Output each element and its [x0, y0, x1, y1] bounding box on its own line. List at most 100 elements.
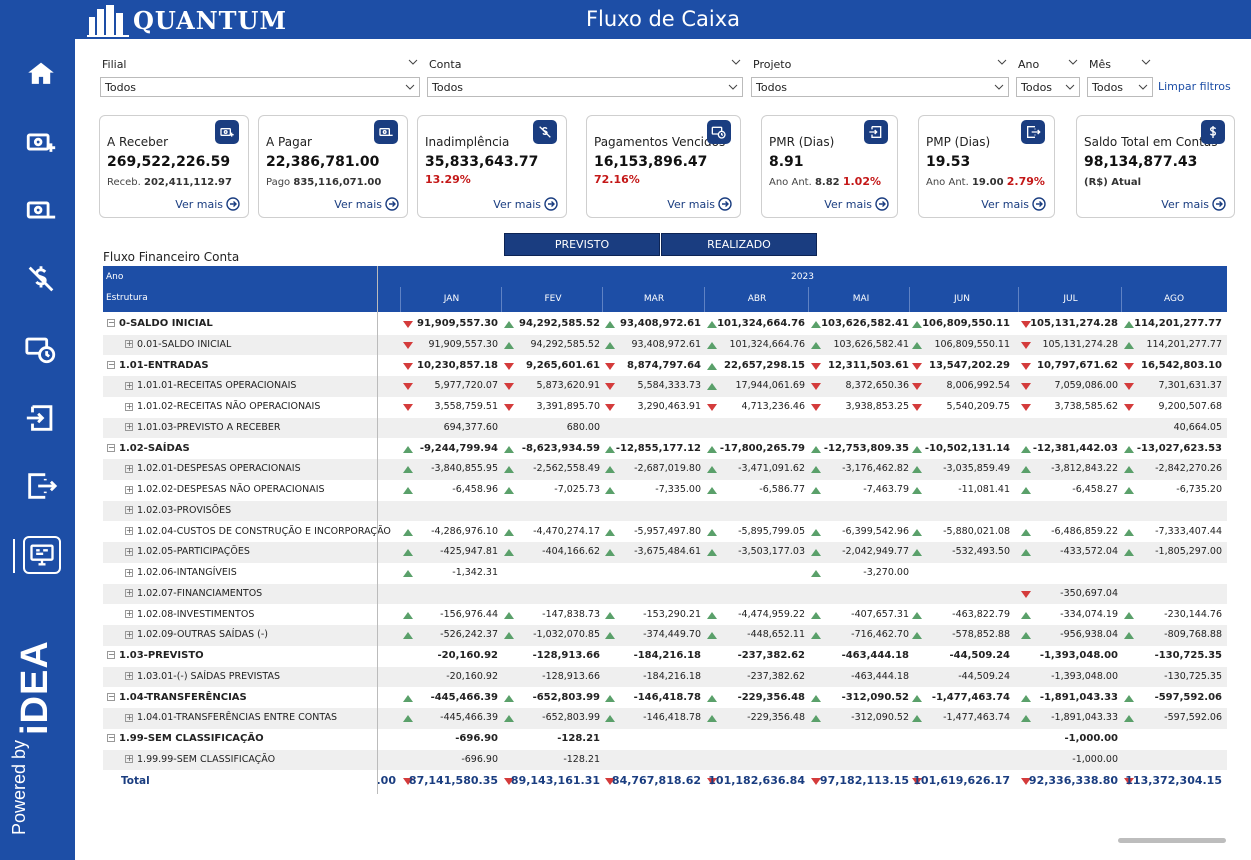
expand-icon[interactable]: +	[125, 464, 133, 473]
row-label[interactable]: −0-SALDO INICIAL	[107, 314, 213, 335]
row-label[interactable]: +1.02.08-INVESTIMENTOS	[125, 605, 254, 626]
ver-mais-link[interactable]: Ver mais	[981, 197, 1046, 211]
month-header[interactable]: MAI	[808, 287, 913, 312]
row-label[interactable]: +1.02.04-CUSTOS DE CONSTRUÇÃO E INCORPOR…	[125, 522, 391, 543]
row-label[interactable]: +1.02.05-PARTICIPAÇÕES	[125, 542, 250, 563]
month-header[interactable]: JUN	[909, 287, 1014, 312]
row-label[interactable]: −1.04-TRANSFERÊNCIAS	[107, 688, 247, 709]
table-cell: 89,143,161.31	[510, 774, 600, 787]
collapse-icon[interactable]: −	[107, 319, 115, 327]
table-cell	[1018, 501, 1118, 522]
table-cell: -5,880,021.08	[943, 525, 1010, 537]
month-header[interactable]: FEV	[501, 287, 604, 312]
row-label[interactable]: +1.01.02-RECEITAS NÃO OPERACIONAIS	[125, 397, 320, 418]
row-label[interactable]: −1.02-SAÍDAS	[107, 439, 190, 460]
ver-mais-link[interactable]: Ver mais	[824, 197, 889, 211]
expand-icon[interactable]: +	[125, 568, 133, 577]
filter-ano-select[interactable]: Todos	[1016, 77, 1080, 97]
table-cell: 7,301,631.37	[1158, 380, 1222, 392]
overdue-icon[interactable]	[24, 332, 58, 366]
expand-icon[interactable]: +	[125, 589, 133, 598]
filter-projeto[interactable]: Projeto Todos	[751, 55, 1009, 97]
ver-mais-link[interactable]: Ver mais	[175, 197, 240, 211]
row-label[interactable]: −1.03-PREVISTO	[107, 646, 204, 667]
filter-filial[interactable]: Filial Todos	[100, 55, 420, 97]
expand-icon[interactable]: +	[125, 755, 133, 764]
expand-icon[interactable]: +	[125, 610, 133, 618]
table-cell: -130,725.35	[1154, 650, 1222, 661]
filter-projeto-select[interactable]: Todos	[751, 77, 1009, 97]
horizontal-scrollbar[interactable]	[1118, 838, 1226, 843]
home-icon[interactable]	[24, 57, 58, 91]
collapse-icon[interactable]: −	[107, 692, 115, 701]
expand-icon[interactable]: +	[125, 381, 133, 390]
ver-mais-link[interactable]: Ver mais	[1161, 197, 1226, 211]
cashflow-icon[interactable]	[23, 536, 61, 574]
filter-mes-select[interactable]: Todos	[1087, 77, 1153, 97]
sign-in-icon[interactable]	[24, 401, 58, 435]
filter-filial-value: Todos	[105, 81, 137, 94]
row-label[interactable]: +1.02.07-FINANCIAMENTOS	[125, 584, 262, 605]
row-label[interactable]: +1.02.02-DESPESAS NÃO OPERACIONAIS	[125, 480, 325, 501]
expand-icon[interactable]: +	[125, 506, 133, 515]
collapse-icon[interactable]: −	[107, 651, 115, 659]
expand-icon[interactable]: +	[125, 630, 133, 639]
kpi-sub-prefix: Pago	[266, 177, 291, 188]
table-cell: 3,558,759.51	[434, 401, 498, 412]
filter-ano[interactable]: Ano Todos	[1016, 55, 1080, 97]
row-label[interactable]: +1.02.09-OUTRAS SAÍDAS (-)	[125, 625, 268, 646]
row-label[interactable]: +0.01-SALDO INICIAL	[125, 335, 231, 356]
table-cell: -6,458.27	[1072, 484, 1118, 495]
collapse-icon[interactable]: −	[107, 734, 115, 742]
month-header[interactable]: AGO	[1121, 287, 1226, 312]
row-label[interactable]: +1.01.03-PREVISTO A RECEBER	[125, 418, 281, 439]
ver-mais-link[interactable]: Ver mais	[493, 197, 558, 211]
expand-icon[interactable]: +	[125, 485, 133, 494]
expand-icon[interactable]: +	[125, 527, 133, 535]
table-cell	[704, 418, 805, 439]
ver-mais-link[interactable]: Ver mais	[667, 197, 732, 211]
row-label[interactable]: +1.01.01-RECEITAS OPERACIONAIS	[125, 376, 296, 397]
clear-filters-link[interactable]: Limpar filtros	[1158, 80, 1231, 93]
row-label[interactable]: −1.01-ENTRADAS	[107, 356, 209, 377]
no-money-icon[interactable]	[24, 262, 58, 296]
expand-icon[interactable]: +	[125, 340, 133, 349]
sign-out-icon[interactable]	[24, 469, 58, 503]
expand-icon[interactable]: +	[125, 713, 133, 722]
table-cell: -184,216.18	[633, 650, 701, 661]
header-estrutura[interactable]: Estrutura	[106, 287, 148, 309]
row-label-text: 1.99.99-SEM CLASSIFICAÇÃO	[137, 753, 276, 765]
row-label[interactable]: +1.03.01-(-) SAÍDAS PREVISTAS	[125, 667, 280, 688]
collapse-icon[interactable]: −	[107, 443, 115, 452]
month-header[interactable]: ABR	[704, 287, 809, 312]
table-row: −1.02-SAÍDAS -9,244,799.94 -8,623,934.59 -1…	[103, 439, 1227, 460]
row-label[interactable]: +1.04.01-TRANSFERÊNCIAS ENTRE CONTAS	[125, 708, 337, 729]
month-header[interactable]: JAN	[400, 287, 502, 312]
filter-filial-select[interactable]: Todos	[100, 77, 420, 97]
expand-icon[interactable]: +	[125, 423, 133, 432]
previsto-button[interactable]: PREVISTO	[504, 233, 660, 256]
row-label[interactable]: +1.99.99-SEM CLASSIFICAÇÃO	[125, 750, 275, 771]
ver-mais-link[interactable]: Ver mais	[334, 197, 399, 211]
realizado-button[interactable]: REALIZADO	[661, 233, 817, 256]
expand-icon[interactable]: +	[125, 547, 133, 556]
money-out-icon[interactable]	[24, 193, 58, 227]
filter-conta[interactable]: Conta Todos	[427, 55, 743, 97]
filter-mes[interactable]: Mês Todos	[1087, 55, 1153, 97]
table-cell: -13,027,623.53	[1136, 442, 1222, 454]
table-cell: 101,324,664.76	[717, 318, 805, 329]
expand-icon[interactable]: +	[125, 672, 133, 681]
row-label[interactable]: +1.02.06-INTANGÍVEIS	[125, 563, 237, 584]
header-row-months: Estrutura JAN FEV MAR ABR MAI JUN JUL AGO	[103, 287, 1227, 312]
row-label[interactable]: +1.02.01-DESPESAS OPERACIONAIS	[125, 459, 301, 480]
row-label[interactable]: −1.99-SEM CLASSIFICAÇÃO	[107, 729, 264, 750]
table-cell: -5,957,497.80	[634, 525, 701, 537]
filter-conta-select[interactable]: Todos	[427, 77, 743, 97]
month-header[interactable]: MAR	[602, 287, 705, 312]
row-label[interactable]: +1.02.03-PROVISÕES	[125, 501, 231, 522]
collapse-icon[interactable]: −	[107, 360, 115, 369]
month-header[interactable]: JUL	[1018, 287, 1122, 312]
table-cell: 93,408,972.61	[620, 318, 701, 329]
expand-icon[interactable]: +	[125, 402, 133, 411]
money-in-icon[interactable]	[24, 125, 58, 159]
